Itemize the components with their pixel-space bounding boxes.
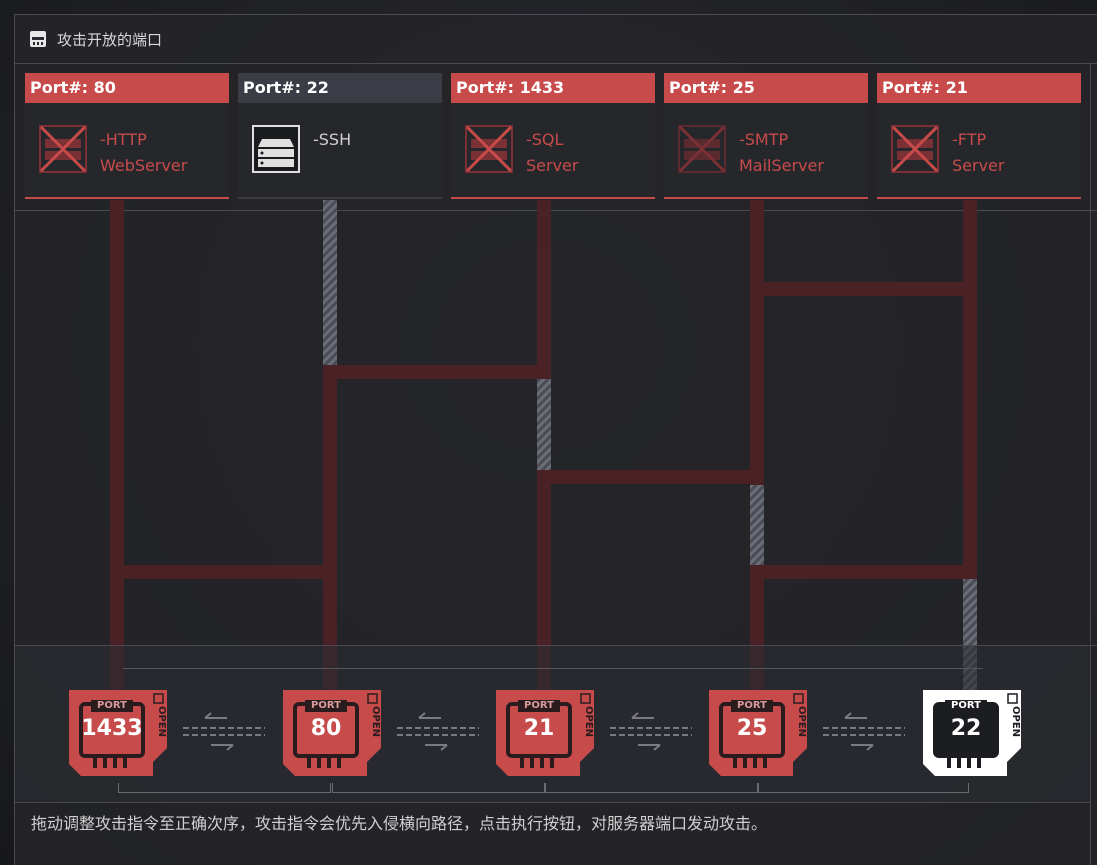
path-segment-secure	[323, 200, 337, 365]
port-card-badge: OPEN	[796, 706, 807, 738]
attack-command-card[interactable]: PORT 1433 OPEN	[69, 690, 167, 776]
path-lane-4-top	[750, 200, 764, 485]
port-card-badge: OPEN	[370, 706, 381, 738]
swap-arrows-icon[interactable]	[183, 708, 265, 756]
attack-command-card[interactable]: PORT 22 OPEN	[923, 690, 1021, 776]
port-card-tag: PORT	[524, 700, 554, 711]
slot-bracket	[118, 783, 331, 793]
slot-bracket	[758, 783, 969, 793]
path-rung	[323, 365, 551, 379]
port-card-badge: OPEN	[583, 706, 594, 738]
swap-arrows-icon[interactable]	[823, 708, 905, 756]
path-segment-secure	[750, 485, 764, 565]
game-screen: 攻击开放的端口 Port#: 80 -HTTP WebServer Port#:…	[0, 0, 1097, 865]
path-lane-2	[323, 365, 337, 690]
attack-panel: 攻击开放的端口 Port#: 80 -HTTP WebServer Port#:…	[14, 14, 1097, 865]
divider	[15, 645, 1097, 646]
port-card-number: 21	[523, 716, 555, 741]
port-card-badge: OPEN	[156, 706, 167, 738]
path-rung	[110, 565, 337, 579]
port-card-tag: PORT	[311, 700, 341, 711]
port-card-number: 22	[950, 716, 982, 741]
port-card-badge: OPEN	[1010, 706, 1021, 738]
path-lane-5	[963, 200, 977, 580]
port-card-tag: PORT	[951, 700, 981, 711]
port-card-tag: PORT	[97, 700, 127, 711]
attack-command-card[interactable]: PORT 21 OPEN	[496, 690, 594, 776]
attack-command-card[interactable]: PORT 80 OPEN	[283, 690, 381, 776]
path-maze	[110, 200, 977, 690]
instruction-text: 拖动调整攻击指令至正确次序，攻击指令会优先入侵横向路径，点击执行按钮，对服务器端…	[31, 814, 768, 833]
path-rung	[750, 565, 977, 579]
port-card-number: 25	[736, 716, 768, 741]
attack-command-card[interactable]: PORT 25 OPEN	[709, 690, 807, 776]
swap-arrows-icon[interactable]	[610, 708, 692, 756]
swap-arrows-icon[interactable]	[397, 708, 479, 756]
slot-bracket	[332, 783, 545, 793]
port-card-tag: PORT	[737, 700, 767, 711]
port-card-number: 1433	[81, 716, 143, 741]
port-card-number: 80	[310, 716, 342, 741]
command-tray: PORT 1433 OPEN PORT 80 OPEN PORT 21 OPEN…	[15, 645, 1090, 803]
path-segment-secure	[537, 379, 551, 470]
slot-bracket	[545, 783, 758, 793]
path-rung	[537, 470, 764, 484]
path-rung	[750, 282, 977, 296]
path-lane-1	[110, 200, 124, 690]
path-lane-3-top	[537, 200, 551, 380]
track-line	[123, 668, 983, 669]
